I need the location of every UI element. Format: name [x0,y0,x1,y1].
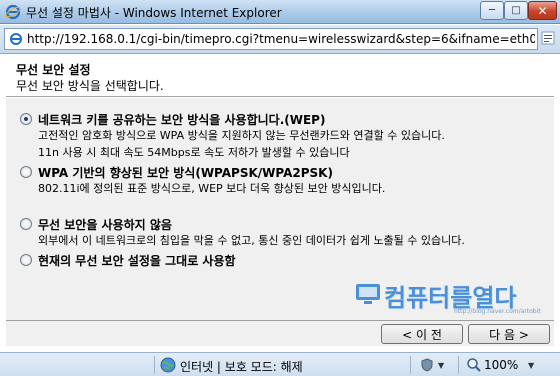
radio-no-security[interactable] [20,218,32,230]
globe-icon [160,357,176,373]
zoom-icon[interactable] [466,357,482,373]
address-bar: http://192.168.0.1/cgi-bin/timepro.cgi?t… [0,25,560,54]
status-separator [458,356,459,374]
status-separator [410,356,411,374]
minimize-button[interactable]: ─ [480,1,504,20]
radio-wpa[interactable] [20,166,32,178]
option-label[interactable]: 무선 보안을 사용하지 않음 [38,216,172,233]
radio-keep-current[interactable] [20,254,32,266]
page-status-icon[interactable] [540,30,556,46]
prev-button[interactable]: < 이 전 [381,324,463,344]
chevron-down-icon[interactable]: ▼ [438,361,444,370]
monitor-logo-icon [356,284,380,304]
status-separator [154,356,155,374]
radio-wep[interactable] [20,113,32,125]
option-label[interactable]: 네트워크 키를 공유하는 보안 방식을 사용합니다.(WEP) [38,111,325,128]
address-field[interactable]: http://192.168.0.1/cgi-bin/timepro.cgi?t… [4,28,538,50]
next-button[interactable]: 다 음 > [468,324,550,344]
option-label[interactable]: WPA 기반의 향상된 보안 방식(WPAPSK/WPA2PSK) [38,164,333,181]
shield-icon[interactable] [420,358,434,372]
option-desc: 고전적인 암호화 방식으로 WPA 방식을 지원하지 않는 무선랜카드와 연결할… [38,129,445,142]
chevron-down-icon[interactable]: ▼ [528,361,534,370]
page-icon [10,33,22,45]
page-subtitle: 무선 보안 방식을 선택합니다. [16,79,164,93]
option-desc: 802.11i에 정의된 표준 방식으로, WEP 보다 더욱 향상된 보안 방… [38,182,386,195]
watermark-url: http://blog.naver.com/artobit [454,308,541,315]
wizard-header: 무선 보안 설정 무선 보안 방식을 선택합니다. [6,55,554,97]
maximize-button[interactable]: □ [504,1,528,20]
title-bar: 무선 설정 마법사 - Windows Internet Explorer ─ … [0,0,560,24]
zoom-level[interactable]: 100% [484,358,518,372]
close-button[interactable]: ✕ [528,1,557,20]
page-title: 무선 보안 설정 [16,63,91,77]
security-zone-text[interactable]: 인터넷 | 보호 모드: 해제 [180,358,303,375]
watermark: 컴퓨터를열다 http://blog.naver.com/artobit [350,278,550,318]
url-text: http://192.168.0.1/cgi-bin/timepro.cgi?t… [27,32,535,46]
option-label[interactable]: 현재의 무선 보안 설정을 그대로 사용함 [38,252,236,269]
wizard-content: 네트워크 키를 공유하는 보안 방식을 사용합니다.(WEP) 고전적인 암호화… [6,98,554,320]
window-title: 무선 설정 마법사 - Windows Internet Explorer [26,6,282,20]
ie-logo-icon [5,4,21,20]
option-desc: 11n 사용 시 최대 속도 54Mbps로 속도 저하가 발생할 수 있습니다 [38,146,350,159]
status-bar: 인터넷 | 보호 모드: 해제 ▼ 100% ▼ [0,352,560,376]
option-desc: 외부에서 이 네트워크로의 침입을 막을 수 없고, 통신 중인 데이터가 쉽게… [38,234,465,247]
wizard-footer: < 이 전 다 음 > [6,320,554,346]
